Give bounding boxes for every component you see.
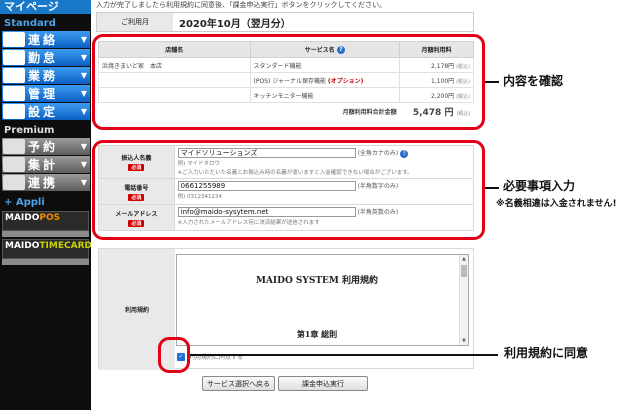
terms-textbox[interactable]: MAIDO SYSTEM 利用規約 第1章 総則 ▲ ▼: [176, 254, 469, 346]
sidebar-item-label: 予約: [28, 140, 59, 154]
annotation-note: ※名義相違は入金されません!: [496, 199, 617, 209]
sidebar-item-label: 連絡: [28, 33, 59, 47]
triangle-down-icon: ▼: [80, 35, 87, 44]
sidebar-item-label: 連携: [28, 176, 59, 190]
sidebar-premium-heading: Premium: [4, 125, 55, 136]
required-pointer-line: [485, 187, 499, 189]
logo-accent: POS: [39, 213, 61, 223]
back-to-service-button[interactable]: サービス選択へ戻る: [202, 376, 275, 391]
sidebar-item-label: 業務: [28, 69, 59, 83]
sidebar-item-link[interactable]: 連携 ▼: [2, 174, 90, 191]
sidebar-item-label: 管理: [28, 87, 59, 101]
use-month-label: ご利用月: [97, 13, 173, 31]
chart-icon: [3, 157, 25, 172]
use-month-row: ご利用月 2020年10月（翌月分）: [96, 12, 474, 32]
mail-icon: [3, 32, 25, 47]
annotation-required: 必要事項入力: [503, 179, 576, 193]
scroll-thumb[interactable]: [461, 265, 467, 277]
terms-scrollbar[interactable]: ▲ ▼: [459, 255, 468, 345]
confirm-highlight-box: [92, 34, 485, 130]
sidebar-item-label: 集計: [28, 158, 59, 172]
sidebar-item-label: 勤怠: [28, 51, 59, 65]
logo-dropdown-strip[interactable]: [2, 259, 89, 265]
clock-icon: [3, 50, 25, 65]
submit-billing-button[interactable]: 課金申込実行: [278, 376, 368, 391]
triangle-down-icon: ▼: [80, 142, 87, 151]
sidebar-item-settings[interactable]: 設定 ▼: [2, 103, 90, 120]
annotation-agree: 利用規約に同意: [504, 346, 589, 360]
terms-chapter: 第1章 総則: [296, 329, 338, 339]
annotation-confirm: 内容を確認: [503, 74, 564, 88]
use-month-value: 2020年10月（翌月分）: [179, 18, 291, 30]
logo-brand: MAIDO: [5, 213, 40, 223]
intro-text: 入力が完了しましたら利用規約に同意後、「課金申込実行」ボタンをクリックしてくださ…: [96, 1, 387, 9]
triangle-down-icon: ▼: [80, 53, 87, 62]
logo-brand: MAIDO: [5, 241, 40, 251]
sidebar-item-management[interactable]: 管理 ▼: [2, 85, 90, 102]
required-highlight-box: [92, 140, 485, 240]
sidebar-mypage-header[interactable]: マイページ: [0, 0, 91, 14]
scale-icon: [3, 86, 25, 101]
triangle-down-icon: ▼: [80, 107, 87, 116]
maido-pos-logo[interactable]: MAIDOPOS: [2, 211, 89, 231]
logo-dropdown-strip[interactable]: [2, 231, 89, 237]
terms-section: 利用規約 MAIDO SYSTEM 利用規約 第1章 総則 ▲ ▼ ✓ 利用規約…: [98, 248, 474, 370]
sidebar-item-business[interactable]: 業務 ▼: [2, 67, 90, 84]
network-icon: [3, 175, 25, 190]
sidebar-item-attendance[interactable]: 勤怠 ▼: [2, 49, 90, 66]
sidebar: マイページ Standard 連絡 ▼ 勤怠 ▼ 業務 ▼ 管理 ▼ 設定 ▼ …: [0, 0, 91, 410]
sidebar-item-aggregate[interactable]: 集計 ▼: [2, 156, 90, 173]
shop-icon: [3, 68, 25, 83]
agree-pointer-line: [190, 354, 498, 356]
sidebar-item-reservation[interactable]: 予約 ▼: [2, 138, 90, 155]
tools-icon: [3, 104, 25, 119]
sidebar-item-contact[interactable]: 連絡 ▼: [2, 31, 90, 48]
triangle-down-icon: ▼: [80, 160, 87, 169]
confirm-pointer-line: [485, 81, 499, 83]
terms-title: MAIDO SYSTEM 利用規約: [255, 276, 378, 286]
sidebar-appli-heading: + Appli: [4, 197, 45, 208]
triangle-down-icon: ▼: [80, 178, 87, 187]
maido-timecard-logo[interactable]: MAIDOTIMECARD: [2, 239, 91, 259]
agree-highlight-box: [158, 337, 190, 373]
sidebar-item-label: 設定: [28, 105, 59, 119]
triangle-down-icon: ▼: [80, 89, 87, 98]
scroll-down-icon[interactable]: ▼: [462, 338, 466, 344]
logo-accent: TIMECARD: [39, 241, 91, 251]
reservation-icon: [3, 139, 25, 154]
scroll-up-icon[interactable]: ▲: [462, 256, 466, 262]
triangle-down-icon: ▼: [80, 71, 87, 80]
sidebar-standard-heading: Standard: [4, 18, 56, 29]
